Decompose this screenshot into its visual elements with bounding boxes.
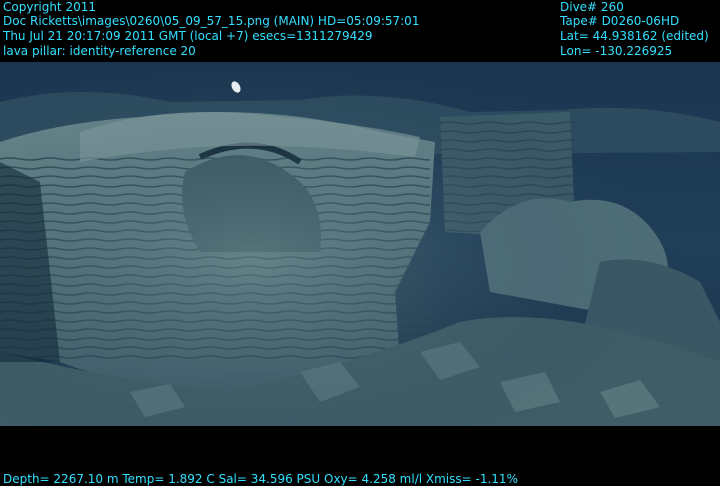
overlay-sensor-readout: Depth= 2267.10 m Temp= 1.892 C Sal= 34.5… (3, 472, 518, 486)
overlay-copyright: Copyright 2011 (3, 0, 96, 14)
overlay-tape-number: Tape# D0260-06HD (560, 14, 680, 28)
overlay-image-path: Doc Ricketts\images\0260\05_09_57_15.png… (3, 14, 420, 28)
overlay-dive-number: Dive# 260 (560, 0, 624, 14)
video-frame: Copyright 2011 Doc Ricketts\images\0260\… (0, 0, 720, 486)
overlay-longitude: Lon= -130.226925 (560, 44, 673, 58)
seafloor-photo (0, 62, 720, 426)
overlay-latitude: Lat= 44.938162 (edited) (560, 29, 709, 43)
overlay-annotation: lava pillar: identity-reference 20 (3, 44, 196, 58)
overlay-timestamp: Thu Jul 21 20:17:09 2011 GMT (local +7) … (3, 29, 373, 43)
